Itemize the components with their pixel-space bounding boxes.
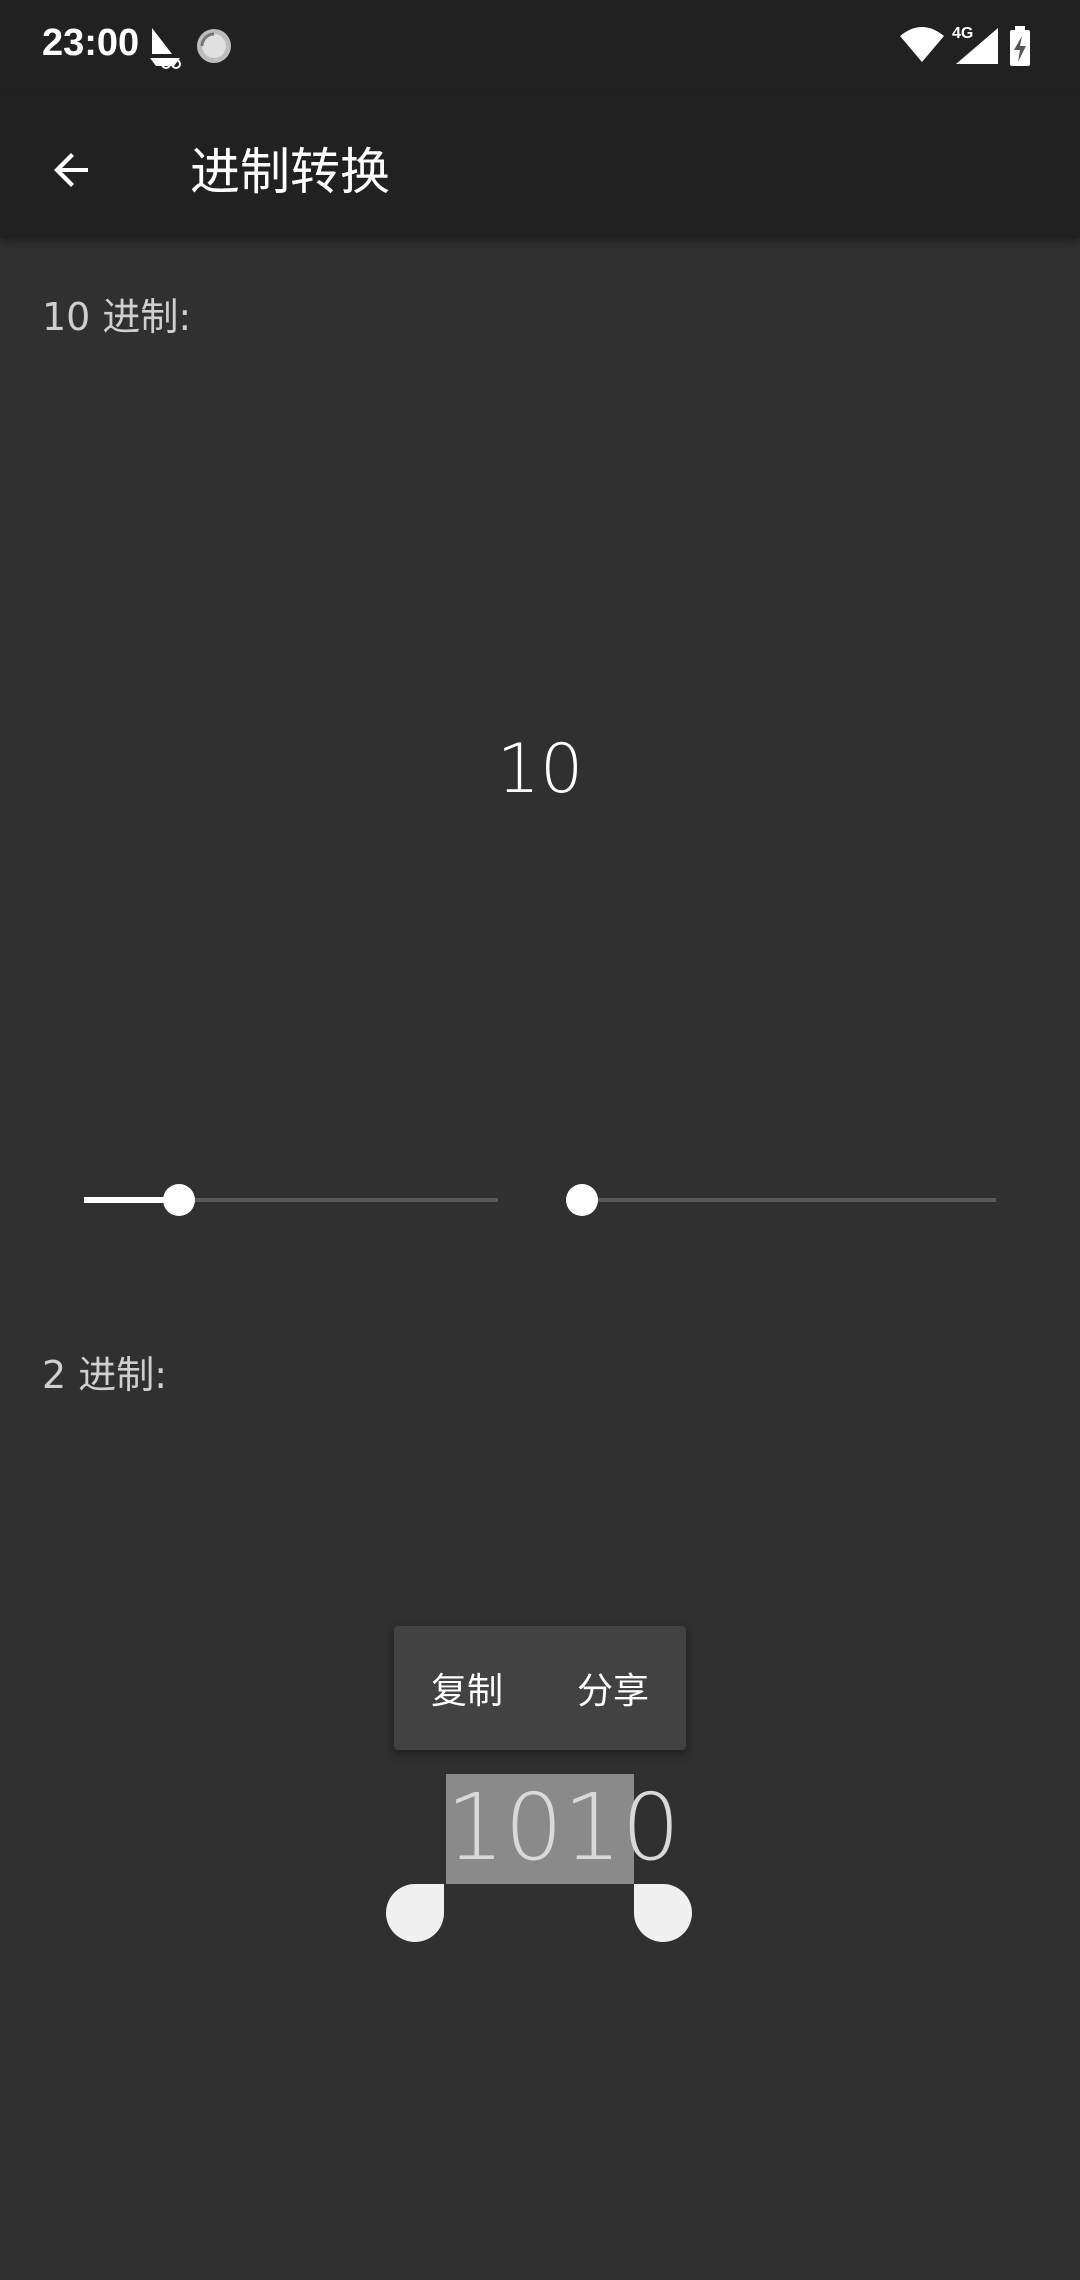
share-button[interactable]: 分享 [563, 1662, 663, 1714]
network-label: 4G [952, 25, 973, 42]
slider-track [582, 1198, 996, 1202]
target-value-output[interactable]: 1010 [446, 1778, 680, 1878]
sync-icon [197, 29, 231, 63]
app-bar: 进制转换 [0, 94, 1080, 238]
target-base-slider[interactable] [566, 1180, 996, 1220]
copy-button[interactable]: 复制 [417, 1662, 517, 1714]
source-base-slider[interactable] [84, 1180, 498, 1220]
status-bar: 23:00 4G [0, 0, 1080, 94]
battery-charging-icon [1010, 26, 1030, 66]
cellular-4g-icon: 4G [952, 25, 998, 64]
slider-thumb[interactable] [163, 1184, 196, 1216]
wifi-icon [900, 27, 944, 62]
source-base-label: 10 进制: [42, 295, 192, 339]
target-value-selection[interactable]: 1010 [446, 1774, 680, 1884]
selection-handle-end[interactable] [634, 1884, 692, 1942]
status-time: 23:00 [42, 22, 140, 64]
selection-handle-start[interactable] [386, 1884, 444, 1942]
sailboat-icon [150, 28, 181, 69]
back-button[interactable] [30, 128, 114, 212]
arrow-back-icon [54, 153, 88, 187]
status-right-icons: 4G [898, 24, 1038, 74]
text-selection-popup: 复制 分享 [394, 1626, 686, 1750]
status-left-icons [146, 24, 246, 74]
source-value-input[interactable]: 10 [0, 730, 1080, 809]
slider-thumb[interactable] [566, 1184, 598, 1216]
target-base-label: 2 进制: [42, 1353, 168, 1397]
page-title: 进制转换 [190, 143, 390, 201]
